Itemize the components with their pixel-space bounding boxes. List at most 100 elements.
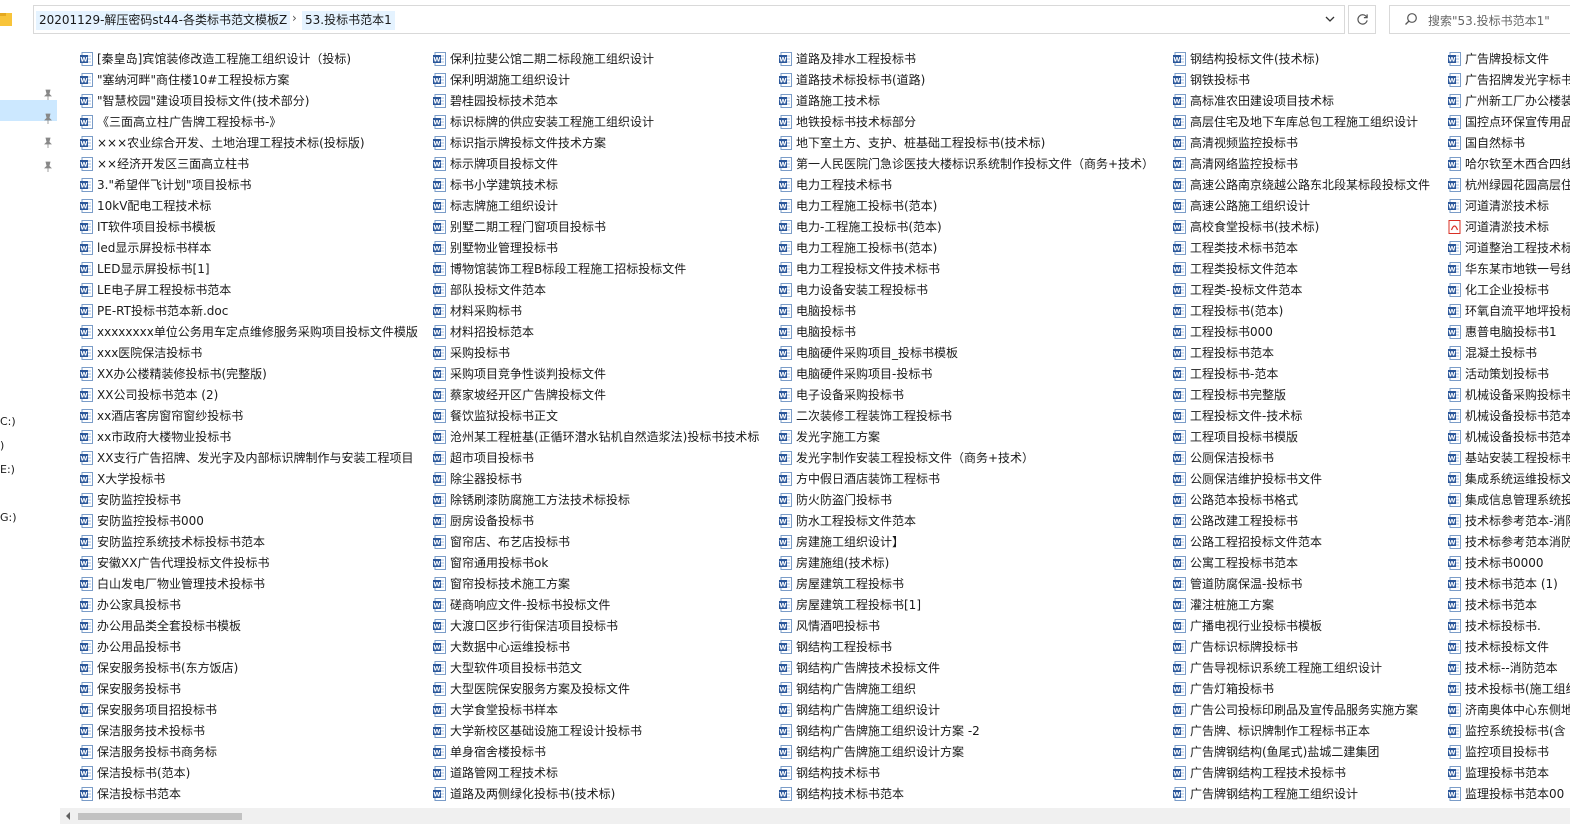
svg-text:W: W xyxy=(779,245,786,253)
svg-text:W: W xyxy=(1173,56,1180,64)
word-doc-icon: W xyxy=(1173,766,1186,780)
svg-text:W: W xyxy=(1448,539,1455,547)
word-doc-icon: W xyxy=(433,157,446,171)
svg-text:W: W xyxy=(433,161,440,169)
word-doc-icon: W xyxy=(1173,52,1186,66)
svg-text:W: W xyxy=(1173,581,1180,589)
word-doc-icon: W xyxy=(779,346,792,360)
svg-text:W: W xyxy=(779,119,786,127)
word-doc-icon: W xyxy=(433,367,446,381)
file-name: 防火防盗门投标书 xyxy=(796,493,893,507)
file-name: 单身宿舍楼投标书 xyxy=(450,745,547,759)
svg-text:W: W xyxy=(1448,791,1455,799)
file-name: 电脑投标书 xyxy=(796,304,857,318)
word-doc-icon: W xyxy=(1448,367,1461,381)
word-doc-icon: W xyxy=(1173,73,1186,87)
word-doc-icon: W xyxy=(1448,136,1461,150)
svg-text:W: W xyxy=(1448,203,1455,211)
svg-text:W: W xyxy=(1448,581,1455,589)
svg-text:W: W xyxy=(80,686,87,694)
svg-text:W: W xyxy=(433,560,440,568)
file-column-clipped: W 广告牌投标文件 W 广告招牌发光字标书 W 广州新工厂办公楼装饰 W 国控点环保宣传用品 W… xyxy=(1448,44,1570,814)
file-name: 华东某市地铁一号线 xyxy=(1465,262,1570,276)
word-doc-icon: W xyxy=(1173,430,1186,444)
word-doc-icon: W xyxy=(433,325,446,339)
svg-text:W: W xyxy=(80,581,87,589)
svg-text:W: W xyxy=(1448,686,1455,694)
word-doc-icon: W xyxy=(433,136,446,150)
svg-text:W: W xyxy=(1448,434,1455,442)
word-doc-icon: W xyxy=(80,514,93,528)
file-name: 别墅物业管理投标书 xyxy=(450,241,559,255)
file-name: 化工企业投标书 xyxy=(1465,283,1550,297)
svg-text:W: W xyxy=(433,203,440,211)
word-doc-icon: W xyxy=(80,472,93,486)
svg-text:W: W xyxy=(779,728,786,736)
svg-text:W: W xyxy=(80,182,87,190)
svg-text:W: W xyxy=(1173,749,1180,757)
file-name: 安防监控投标书 xyxy=(97,493,182,507)
word-doc-icon: W xyxy=(433,619,446,633)
word-doc-icon: W xyxy=(1448,430,1461,444)
svg-text:W: W xyxy=(433,245,440,253)
horizontal-scrollbar[interactable] xyxy=(60,808,1570,824)
scrollbar-thumb[interactable] xyxy=(78,813,242,820)
word-doc-icon: W xyxy=(1448,283,1461,297)
file-name: 公路范本投标书格式 xyxy=(1190,493,1299,507)
file-name: 工程项目投标书模版 xyxy=(1190,430,1299,444)
file-name: 大型软件项目投标书范文 xyxy=(450,661,583,675)
word-doc-icon: W xyxy=(779,94,792,108)
svg-text:W: W xyxy=(80,476,87,484)
svg-text:W: W xyxy=(80,392,87,400)
svg-text:W: W xyxy=(80,161,87,169)
word-doc-icon: W xyxy=(1448,661,1461,675)
svg-text:W: W xyxy=(433,539,440,547)
svg-text:W: W xyxy=(80,602,87,610)
word-doc-icon: W xyxy=(1173,514,1186,528)
svg-text:W: W xyxy=(80,329,87,337)
word-doc-icon: W xyxy=(1173,325,1186,339)
word-doc-icon: W xyxy=(779,703,792,717)
word-doc-icon: W xyxy=(80,640,93,654)
word-doc-icon: W xyxy=(433,556,446,570)
file-name: 工程投标书范本 xyxy=(1190,346,1275,360)
word-doc-icon: W xyxy=(1173,598,1186,612)
word-doc-icon: W xyxy=(80,619,93,633)
word-doc-icon: W xyxy=(779,724,792,738)
file-name: 道路施工技术标 xyxy=(796,94,881,108)
svg-text:W: W xyxy=(779,476,786,484)
word-doc-icon: W xyxy=(1448,73,1461,87)
chevron-left-icon[interactable] xyxy=(64,811,72,821)
svg-text:W: W xyxy=(433,287,440,295)
file-name: 高速公路南京绕越公路东北段某标段投标文件 xyxy=(1190,178,1431,192)
svg-text:W: W xyxy=(433,350,440,358)
word-doc-icon: W xyxy=(1448,556,1461,570)
word-doc-icon: W xyxy=(1448,535,1461,549)
svg-text:W: W xyxy=(433,707,440,715)
file-name: 工程投标书完整版 xyxy=(1190,388,1287,402)
svg-text:W: W xyxy=(80,413,87,421)
file-name: ×××农业综合开发、土地治理工程技术标(投标版) xyxy=(97,136,365,150)
file-name: 钢结构技术标书范本 xyxy=(796,787,905,801)
file-name: 别墅二期工程门窗项目投标书 xyxy=(450,220,607,234)
file-name: 地铁投标书技术标部分 xyxy=(796,115,917,129)
file-name: 河道清淤技术标 xyxy=(1465,199,1550,213)
file-name: 广告标识标牌投标书 xyxy=(1190,640,1299,654)
file-name: PE-RT投标书范本新.doc xyxy=(97,304,229,318)
file-name: 道路技术标投标书(道路) xyxy=(796,73,926,87)
svg-text:W: W xyxy=(80,497,87,505)
file-name: 杭州绿园花园高层住宅 xyxy=(1465,178,1570,192)
word-doc-icon: W xyxy=(433,199,446,213)
file-name: 大学新校区基础设施工程设计投标书 xyxy=(450,724,643,738)
svg-text:W: W xyxy=(1173,287,1180,295)
file-name: 大学食堂投标书样本 xyxy=(450,703,559,717)
file-name: 餐饮监狱投标书正文 xyxy=(450,409,559,423)
file-name: 安防监控投标书000 xyxy=(97,514,204,528)
file-name: 公厕保洁维护投标书文件 xyxy=(1190,472,1323,486)
word-doc-icon: W xyxy=(779,640,792,654)
word-doc-icon: W xyxy=(433,304,446,318)
word-doc-icon: W xyxy=(1173,472,1186,486)
svg-text:W: W xyxy=(80,266,87,274)
file-name: 机械设备投标书范本 xyxy=(1465,430,1570,444)
svg-text:W: W xyxy=(779,413,786,421)
